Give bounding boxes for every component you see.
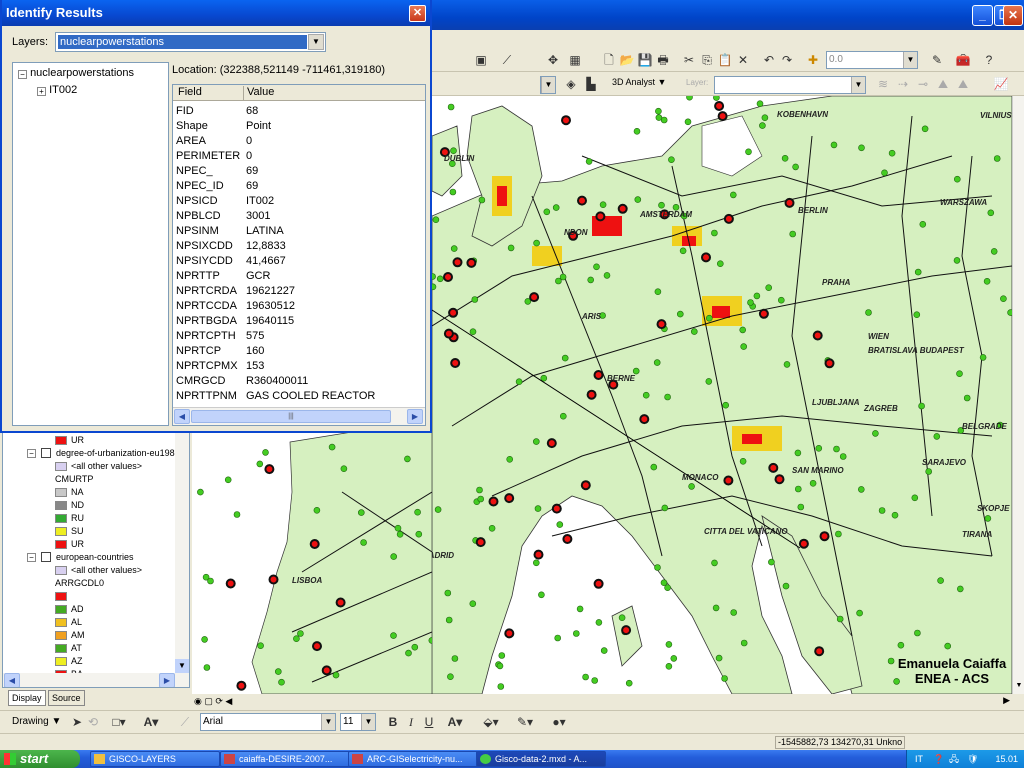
tree-root-row[interactable]: − nuclearpowerstations <box>18 67 134 79</box>
attribute-field: NPRTCRDA <box>176 285 237 297</box>
attribute-field: NPRTCPTH <box>176 330 236 342</box>
attribute-table: Field Value FID 68 Shape Point AREA 0 PERIMETE… <box>172 84 426 426</box>
dialog-title-text: Identify Results <box>6 5 103 20</box>
attribute-field: NPRTCCDA <box>176 300 237 312</box>
scroll-right-icon[interactable]: ▶ <box>407 409 423 424</box>
pointer-line <box>431 309 801 549</box>
attribute-value: 160 <box>246 345 265 357</box>
attribute-row[interactable]: NPSIXCDD 12,8833 <box>173 239 425 254</box>
attribute-row[interactable]: NPBLCD 3001 <box>173 209 425 224</box>
attribute-field: NPSIXCDD <box>176 240 233 252</box>
attribute-value: 19630512 <box>246 300 295 312</box>
layers-select[interactable]: nuclearpowerstations ▼ <box>55 32 326 52</box>
attribute-field: NPSINM <box>176 225 219 237</box>
attribute-value: IT002 <box>246 195 275 207</box>
attribute-row[interactable]: NPEC_ID 69 <box>173 179 425 194</box>
attribute-row[interactable]: NPRTTPNM GAS COOLED REACTOR <box>173 389 425 404</box>
attribute-row[interactable]: NPRTCPMX 153 <box>173 359 425 374</box>
attribute-value: 69 <box>246 165 259 177</box>
attribute-value: 0 <box>246 150 253 162</box>
attribute-value: GCR <box>246 270 271 282</box>
attribute-field: NPRTTPNM <box>176 390 237 402</box>
attribute-value: 575 <box>246 330 265 342</box>
attribute-value: 69 <box>246 180 259 192</box>
attribute-field: NPEC_ID <box>176 180 224 192</box>
attribute-field: NPRTCP <box>176 345 222 357</box>
attribute-row[interactable]: FID 68 <box>173 104 425 119</box>
attribute-value: 12,8833 <box>246 240 286 252</box>
attribute-hscrollbar[interactable]: ◀ ||| ▶ <box>173 407 425 425</box>
attribute-field: NPSICD <box>176 195 218 207</box>
dialog-title: Identify Results <box>2 0 430 26</box>
attribute-row[interactable]: CMRGCD R360400011 <box>173 374 425 389</box>
expand-icon[interactable]: + <box>37 87 46 96</box>
attribute-row[interactable]: NPRTCPTH 575 <box>173 329 425 344</box>
attribute-value: Point <box>246 120 272 132</box>
column-header-field[interactable]: Field <box>178 86 202 98</box>
tree-child-row[interactable]: + IT002 <box>37 84 77 96</box>
attribute-row[interactable]: NPRTCRDA 19621227 <box>173 284 425 299</box>
attribute-field: NPBLCD <box>176 210 221 222</box>
results-tree[interactable]: − nuclearpowerstations + IT002 <box>12 62 169 426</box>
attribute-value: 68 <box>246 105 259 117</box>
attribute-field: NPRTBGDA <box>176 315 237 327</box>
attribute-value: GAS COOLED REACTOR <box>246 390 376 402</box>
attribute-value: LATINA <box>246 225 284 237</box>
layers-select-value: nuclearpowerstations <box>58 35 307 49</box>
attribute-row[interactable]: PERIMETER 0 <box>173 149 425 164</box>
attribute-value: 0 <box>246 135 253 147</box>
attribute-field: FID <box>176 105 194 117</box>
attribute-field: NPSIYCDD <box>176 255 233 267</box>
attribute-row[interactable]: NPSINM LATINA <box>173 224 425 239</box>
attribute-row[interactable]: Shape Point <box>173 119 425 134</box>
attribute-row[interactable]: AREA 0 <box>173 134 425 149</box>
attribute-row[interactable]: NPRTCP 160 <box>173 344 425 359</box>
attribute-value: R360400011 <box>246 375 309 387</box>
attribute-field: CMRGCD <box>176 375 226 387</box>
attribute-field: Shape <box>176 120 208 132</box>
layers-label: Layers: <box>12 36 49 48</box>
attribute-row[interactable]: NPRTCCDA 19630512 <box>173 299 425 314</box>
identify-results-dialog: Identify Results ✕ Layers: nuclearpowers… <box>0 0 432 433</box>
tree-root-label: nuclearpowerstations <box>30 67 135 79</box>
attribute-field: NPEC_ <box>176 165 213 177</box>
attribute-row[interactable]: NPRTTP GCR <box>173 269 425 284</box>
attribute-value: 3001 <box>246 210 271 222</box>
attribute-row[interactable]: NPSICD IT002 <box>173 194 425 209</box>
attribute-row[interactable]: NPEC_ 69 <box>173 164 425 179</box>
close-icon[interactable]: ✕ <box>409 5 426 22</box>
scroll-thumb[interactable]: ||| <box>191 410 391 423</box>
attribute-field: NPRTTP <box>176 270 220 282</box>
attribute-header: Field Value <box>173 85 425 101</box>
tree-child-label: IT002 <box>49 84 78 96</box>
attribute-value: 19640115 <box>246 315 295 327</box>
chevron-down-icon: ▼ <box>308 34 324 50</box>
scroll-left-icon[interactable]: ◀ <box>174 409 190 424</box>
attribute-row[interactable]: NPRTBGDA 19640115 <box>173 314 425 329</box>
attribute-value: 19621227 <box>246 285 295 297</box>
attribute-field: PERIMETER <box>176 150 241 162</box>
attribute-value: 41,4667 <box>246 255 286 267</box>
attribute-field: NPRTCPMX <box>176 360 238 372</box>
desktop: _ ❐ ✕ ▣ ⟋ ✥ ▦ 🗋 📂 💾 🖶 ✂ ⎘ 📋 ✕ ↶ ↷ ✚ 0.0▼… <box>0 0 1024 768</box>
attribute-value: 153 <box>246 360 265 372</box>
attribute-row[interactable]: NPSIYCDD 41,4667 <box>173 254 425 269</box>
collapse-icon[interactable]: − <box>18 70 27 79</box>
location-readout: Location: (322388,521149 -711461,319180) <box>172 64 386 76</box>
column-header-value[interactable]: Value <box>243 86 274 100</box>
attribute-field: AREA <box>176 135 206 147</box>
